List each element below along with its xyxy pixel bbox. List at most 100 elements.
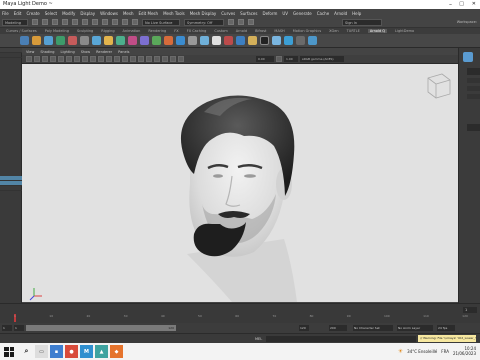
minimize-button[interactable]: – <box>449 0 452 9</box>
delete-history-icon[interactable] <box>188 36 197 45</box>
undo-icon[interactable] <box>62 19 68 25</box>
menu-cache[interactable]: Cache <box>317 11 329 16</box>
bookmark-icon[interactable] <box>34 56 40 62</box>
menu-edit-mesh[interactable]: Edit Mesh <box>139 11 159 16</box>
shelf-tab[interactable]: Animation <box>123 29 141 33</box>
render-view-icon[interactable] <box>224 36 233 45</box>
menu-surfaces[interactable]: Surfaces <box>240 11 257 16</box>
exposure-icon[interactable] <box>178 56 184 62</box>
snap-point-icon[interactable] <box>132 19 138 25</box>
menu-mesh-tools[interactable]: Mesh Tools <box>163 11 185 16</box>
image-plane-icon[interactable] <box>42 56 48 62</box>
range-slider-handle[interactable]: 120 <box>26 325 176 331</box>
shelf-tab[interactable]: Curves / Surfaces <box>6 29 37 33</box>
arnold-icon[interactable] <box>272 36 281 45</box>
snap-curve-icon[interactable] <box>122 19 128 25</box>
grid-icon[interactable] <box>50 56 56 62</box>
end-time-field[interactable]: 200 <box>329 325 347 331</box>
maximize-button[interactable]: □ <box>459 0 464 9</box>
file-explorer-icon[interactable]: ▪ <box>50 345 63 358</box>
windows-start-icon[interactable] <box>4 346 14 357</box>
lights-icon[interactable] <box>98 56 104 62</box>
render-settings-icon[interactable] <box>248 19 254 25</box>
shelf-tab[interactable]: Rigging <box>101 29 114 33</box>
xray-icon[interactable] <box>154 56 160 62</box>
viewport-menu-lighting[interactable]: Lighting <box>61 50 75 54</box>
start-time-field[interactable]: 1 <box>2 325 12 331</box>
live-surface-field[interactable]: No Live Surface <box>142 18 180 26</box>
menu-deform[interactable]: Deform <box>262 11 277 16</box>
viewport-menu-renderer[interactable]: Renderer <box>96 50 112 54</box>
weather-icon[interactable]: ☀ <box>398 348 403 355</box>
close-button[interactable]: ✕ <box>472 0 476 9</box>
character-set-dropdown[interactable]: No Character Set <box>353 325 393 331</box>
depth-of-field-icon[interactable] <box>138 56 144 62</box>
app-icon[interactable]: ◆ <box>110 345 123 358</box>
bridge-icon[interactable] <box>140 36 149 45</box>
clock[interactable]: 10:24 21/06/2023 <box>453 346 476 356</box>
polygon-torus-icon[interactable] <box>80 36 89 45</box>
settings-gear-icon[interactable] <box>308 36 317 45</box>
uv-editor-icon[interactable] <box>176 36 185 45</box>
redo-icon[interactable] <box>72 19 78 25</box>
menu-mesh[interactable]: Mesh <box>123 11 134 16</box>
smooth-shade-icon[interactable] <box>82 56 88 62</box>
select-object-icon[interactable] <box>92 19 98 25</box>
menu-uv[interactable]: UV <box>282 11 288 16</box>
search-icon[interactable]: ⌕ <box>20 345 33 358</box>
command-input[interactable] <box>266 335 417 342</box>
task-view-icon[interactable]: ▭ <box>35 345 48 358</box>
center-pivot-icon[interactable] <box>212 36 221 45</box>
polygon-cube-icon[interactable] <box>32 36 41 45</box>
shelf-tab[interactable]: Custom <box>214 29 227 33</box>
viewport-menu-view[interactable]: View <box>26 50 34 54</box>
menu-file[interactable]: File <box>2 11 9 16</box>
mirror-icon[interactable] <box>164 36 173 45</box>
backface-icon[interactable] <box>170 56 176 62</box>
polygon-sphere-icon[interactable] <box>20 36 29 45</box>
isolate-select-icon[interactable] <box>146 56 152 62</box>
playback-start-field[interactable]: 1 <box>14 325 24 331</box>
viewport-menu-show[interactable]: Show <box>81 50 90 54</box>
freeze-transform-icon[interactable] <box>200 36 209 45</box>
menu-curves[interactable]: Curves <box>221 11 235 16</box>
panel-field[interactable] <box>467 78 480 83</box>
shelf-tab[interactable]: FX Caching <box>187 29 207 33</box>
chrome-icon[interactable]: ● <box>65 345 78 358</box>
polygon-plane-icon[interactable] <box>68 36 77 45</box>
film-gate-icon[interactable] <box>58 56 64 62</box>
symmetry-dropdown[interactable]: Symmetry: Off <box>184 18 224 26</box>
language-indicator[interactable]: FRA <box>441 349 449 354</box>
menu-mesh-display[interactable]: Mesh Display <box>190 11 217 16</box>
3d-viewport[interactable] <box>22 64 458 302</box>
anti-alias-icon[interactable] <box>130 56 136 62</box>
extrude-icon[interactable] <box>116 36 125 45</box>
menu-select[interactable]: Select <box>45 11 57 16</box>
resolution-gate-icon[interactable] <box>66 56 72 62</box>
viewport-menu-panels[interactable]: Panels <box>118 50 129 54</box>
ambient-occlusion-icon[interactable] <box>114 56 120 62</box>
new-scene-icon[interactable] <box>32 19 38 25</box>
maya-app-icon[interactable]: M <box>80 345 93 358</box>
sign-in-button[interactable]: Sign In <box>342 18 382 26</box>
menu-windows[interactable]: Windows <box>100 11 118 16</box>
polygon-cylinder-icon[interactable] <box>44 36 53 45</box>
bevel-icon[interactable] <box>128 36 137 45</box>
shelf-tab[interactable]: XGen <box>329 29 338 33</box>
shelf-tab[interactable]: Rendering <box>148 29 166 33</box>
render-icon[interactable] <box>228 19 234 25</box>
viewport-menu-shading[interactable]: Shading <box>40 50 54 54</box>
menu-edit[interactable]: Edit <box>14 11 22 16</box>
playback-end-field[interactable]: 120 <box>299 325 309 331</box>
checker-icon[interactable] <box>260 36 269 45</box>
shelf-tab[interactable]: FX <box>174 29 178 33</box>
shelf-tab[interactable]: Poly Modeling <box>45 29 69 33</box>
ipr-render-icon[interactable] <box>238 19 244 25</box>
gamma-icon[interactable] <box>276 56 282 62</box>
outliner-row[interactable] <box>0 186 22 191</box>
wireframe-icon[interactable] <box>74 56 80 62</box>
menu-help[interactable]: Help <box>352 11 361 16</box>
arnold-logo-icon[interactable] <box>463 52 473 62</box>
outliner-row[interactable] <box>0 53 22 58</box>
shadows-icon[interactable] <box>106 56 112 62</box>
